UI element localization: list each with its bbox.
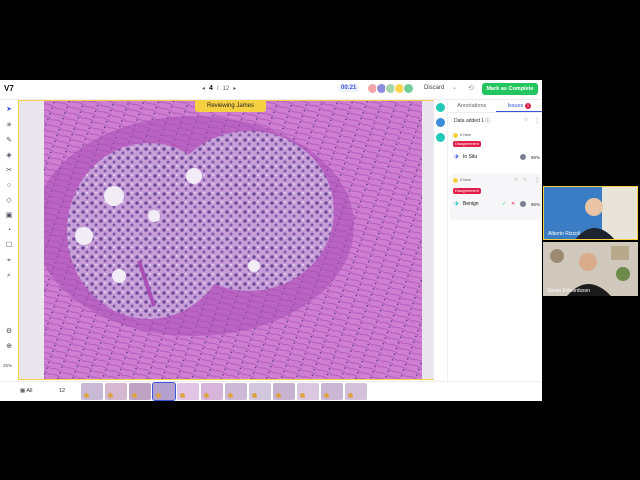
image-count: 12	[59, 388, 66, 394]
reassign-icon[interactable]: ⟲	[468, 84, 474, 92]
thumbnail-list	[81, 382, 367, 401]
reviewing-banner: Reviewing James	[195, 101, 267, 112]
timer: 00:21	[338, 84, 360, 92]
pen-tool-icon[interactable]: ✎	[5, 137, 13, 145]
tag-icon: ⬗	[454, 201, 459, 207]
image-thumbnail[interactable]	[273, 383, 295, 400]
all-filter-button[interactable]: ▦ All	[20, 388, 33, 394]
more-icon[interactable]: ⋮	[534, 177, 540, 184]
image-thumbnail[interactable]	[297, 383, 319, 400]
confidence: 96%	[531, 155, 541, 160]
ellipse-tool-icon[interactable]: ○	[5, 182, 13, 190]
toggle-icon[interactable]: ○	[514, 177, 518, 183]
select-tool-icon[interactable]: ➤	[5, 106, 13, 114]
top-bar: V7 ◂ 4 / 12 ▸ 00:21 Discard ⌄ ⟲ Mark as …	[0, 80, 542, 100]
comments-icon[interactable]	[436, 133, 445, 142]
image-thumbnail[interactable]	[249, 383, 271, 400]
tab-issues[interactable]: Issues 1	[495, 100, 542, 112]
pager-separator: /	[216, 85, 219, 92]
more-icon[interactable]: ⋮	[534, 117, 540, 124]
histology-image	[44, 101, 422, 379]
box-tool-icon[interactable]: ▣	[5, 212, 13, 220]
image-thumbnail[interactable]	[225, 383, 247, 400]
participant-name: Simon Edwardsson	[547, 288, 591, 294]
disagreement-badge: Disagreement	[453, 141, 481, 147]
all-filter-label: All	[26, 388, 33, 394]
collaborator-avatars[interactable]	[367, 83, 414, 94]
image-canvas[interactable]: Reviewing James	[18, 100, 446, 380]
participant-name: Alberto Rizzoli	[548, 231, 580, 237]
author-dot-icon	[453, 178, 458, 183]
image-thumbnail[interactable]	[345, 383, 367, 400]
disagreement-badge: Disagreement	[453, 188, 481, 194]
tab-issues-label: Issues	[507, 103, 524, 109]
reject-icon[interactable]: ✕	[511, 201, 515, 207]
tag-tool-icon[interactable]: ◔	[5, 227, 13, 235]
auto-annotate-icon[interactable]: ✳	[5, 122, 13, 130]
add-layer-icon[interactable]: ⊕	[5, 343, 13, 351]
image-pager: ◂ 4 / 12 ▸	[202, 85, 236, 92]
image-thumbnail[interactable]	[177, 383, 199, 400]
toggle-icon[interactable]: ○	[523, 177, 527, 183]
class-label: Benign	[463, 201, 479, 207]
settings-icon[interactable]: ⚙	[5, 328, 13, 336]
current-image-number: 4	[209, 85, 213, 92]
participant-video: Simon Edwardsson	[543, 242, 638, 296]
zoom-tool-icon[interactable]: ⌕	[5, 272, 13, 280]
brush-tool-icon[interactable]: ✂	[5, 167, 13, 175]
filmstrip: ▦ All 12	[0, 381, 542, 401]
accept-icon[interactable]: ✓	[502, 201, 506, 207]
image-thumbnail[interactable]	[129, 383, 151, 400]
author-dot-icon	[453, 133, 458, 138]
mark-complete-button[interactable]: Mark as Complete	[482, 83, 538, 95]
tag-label: # New	[460, 133, 471, 137]
issue-card[interactable]: # New Disagreement ⬗ In Situ 96%	[450, 130, 541, 176]
image-thumbnail-selected[interactable]	[152, 382, 176, 401]
zoom-level[interactable]: 25%	[3, 363, 12, 368]
image-thumbnail[interactable]	[105, 383, 127, 400]
layers-icon[interactable]	[436, 103, 445, 112]
reviewer-avatar	[520, 201, 526, 207]
issues-panel: Annotations Issues 1 Data added 1 ⓘ ○ ⋮ …	[447, 100, 542, 381]
v7-logo: V7	[4, 84, 14, 93]
polygon-tool-icon[interactable]: ◈	[5, 152, 13, 160]
measure-tool-icon[interactable]: ⌖	[5, 257, 13, 265]
image-thumbnail[interactable]	[81, 383, 103, 400]
avatar[interactable]	[403, 83, 414, 94]
total-images: 12	[222, 85, 230, 92]
class-label: In Situ	[463, 154, 478, 160]
tag-icon: ⬗	[454, 154, 459, 160]
participant-video: Alberto Rizzoli	[543, 186, 638, 240]
discard-button[interactable]: Discard	[424, 85, 444, 91]
confidence: 96%	[531, 202, 541, 207]
tab-annotations[interactable]: Annotations	[448, 100, 496, 112]
next-image-button[interactable]: ▸	[233, 85, 236, 92]
issues-count-badge: 1	[524, 102, 531, 109]
panel-rail	[434, 100, 447, 381]
classes-icon[interactable]	[436, 118, 445, 127]
keypoint-tool-icon[interactable]: ◇	[5, 197, 13, 205]
image-thumbnail[interactable]	[201, 383, 223, 400]
panel-tabs: Annotations Issues 1	[448, 100, 542, 113]
issue-card[interactable]: # New ○ ○ ⋮ Disagreement ⬗ Benign ✓ ✕ 96…	[450, 174, 541, 220]
image-thumbnail[interactable]	[321, 383, 343, 400]
prev-image-button[interactable]: ◂	[202, 85, 205, 92]
comment-tool-icon[interactable]: ☐	[5, 242, 13, 250]
chevron-down-icon[interactable]: ⌄	[452, 84, 457, 91]
tool-sidebar: ➤ ✳ ✎ ◈ ✂ ○ ◇ ▣ ◔ ☐ ⌖ ⌕ ⚙ ⊕ 25%	[0, 100, 18, 381]
annotation-app: V7 ◂ 4 / 12 ▸ 00:21 Discard ⌄ ⟲ Mark as …	[0, 80, 542, 401]
toggle-icon[interactable]: ○	[524, 117, 528, 123]
data-added-label: Data added 1 ⓘ	[454, 118, 491, 124]
tag-label: # New	[460, 178, 471, 182]
reviewer-avatar	[520, 154, 526, 160]
